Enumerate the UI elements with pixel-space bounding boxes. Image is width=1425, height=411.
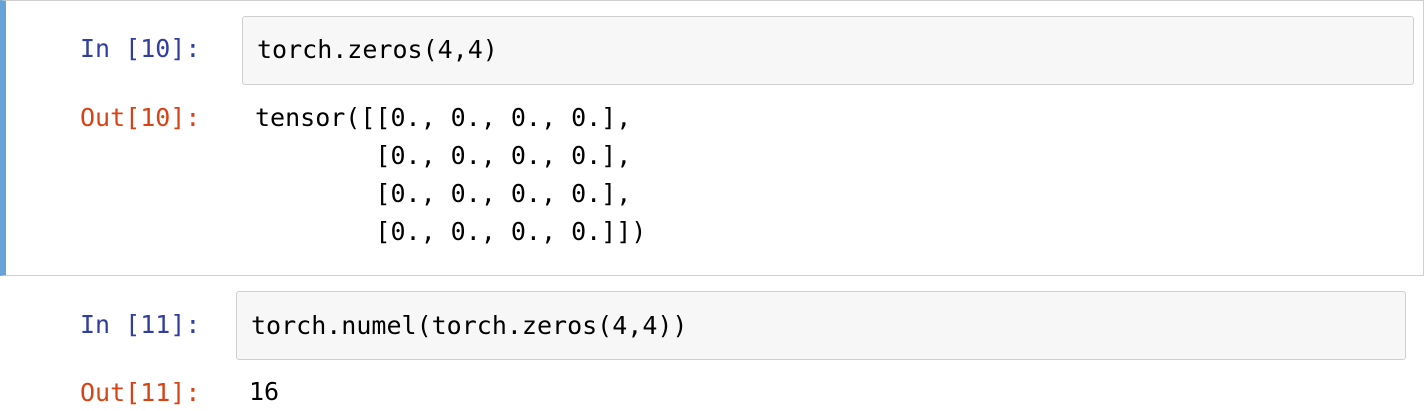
input-prompt-11: In [11]: [80,310,201,339]
code-text-11: torch.numel(torch.zeros(4,4)) [251,311,688,340]
output-prompt-11: Out[11]: [80,378,201,407]
notebook-cell-10[interactable]: In [10]: torch.zeros(4,4) Out[10]: tenso… [0,0,1424,276]
code-input-11[interactable]: torch.numel(torch.zeros(4,4)) [236,291,1406,360]
notebook-cell-11[interactable]: In [11]: torch.numel(torch.zeros(4,4)) O… [0,276,1424,411]
input-prompt-10: In [10]: [80,34,201,63]
code-input-10[interactable]: torch.zeros(4,4) [242,16,1414,85]
output-text-11: 16 [249,377,280,406]
code-text-10: torch.zeros(4,4) [257,35,498,64]
output-prompt-10: Out[10]: [80,103,201,132]
output-text-10: tensor([[0., 0., 0., 0.], [0., 0., 0., 0… [255,103,647,246]
